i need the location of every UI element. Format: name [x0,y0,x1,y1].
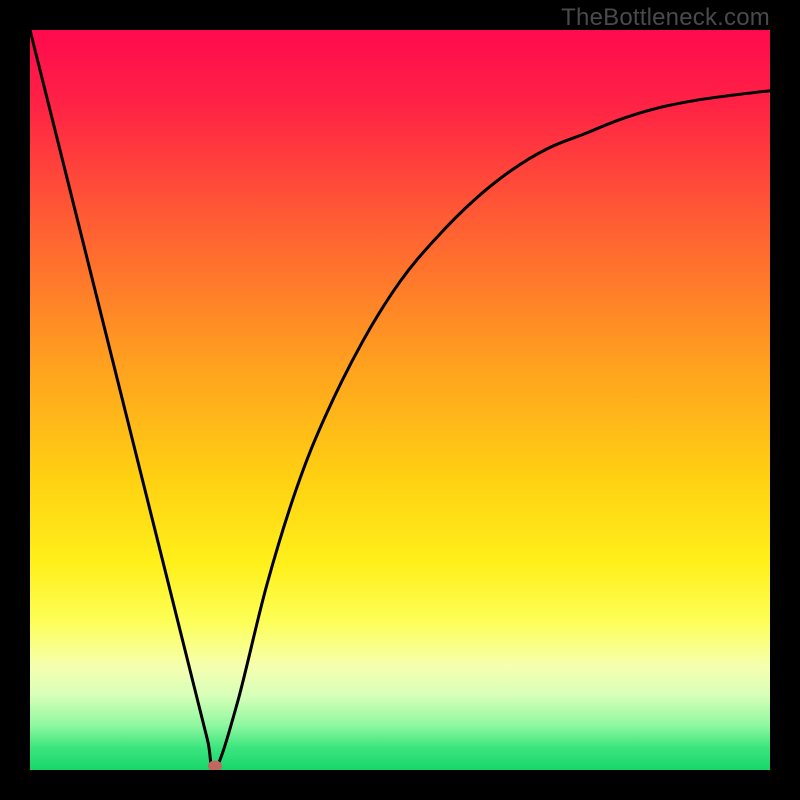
bottleneck-curve [30,30,770,770]
plot-area [30,30,770,770]
watermark-text: TheBottleneck.com [561,4,770,32]
chart-frame: TheBottleneck.com [0,0,800,800]
